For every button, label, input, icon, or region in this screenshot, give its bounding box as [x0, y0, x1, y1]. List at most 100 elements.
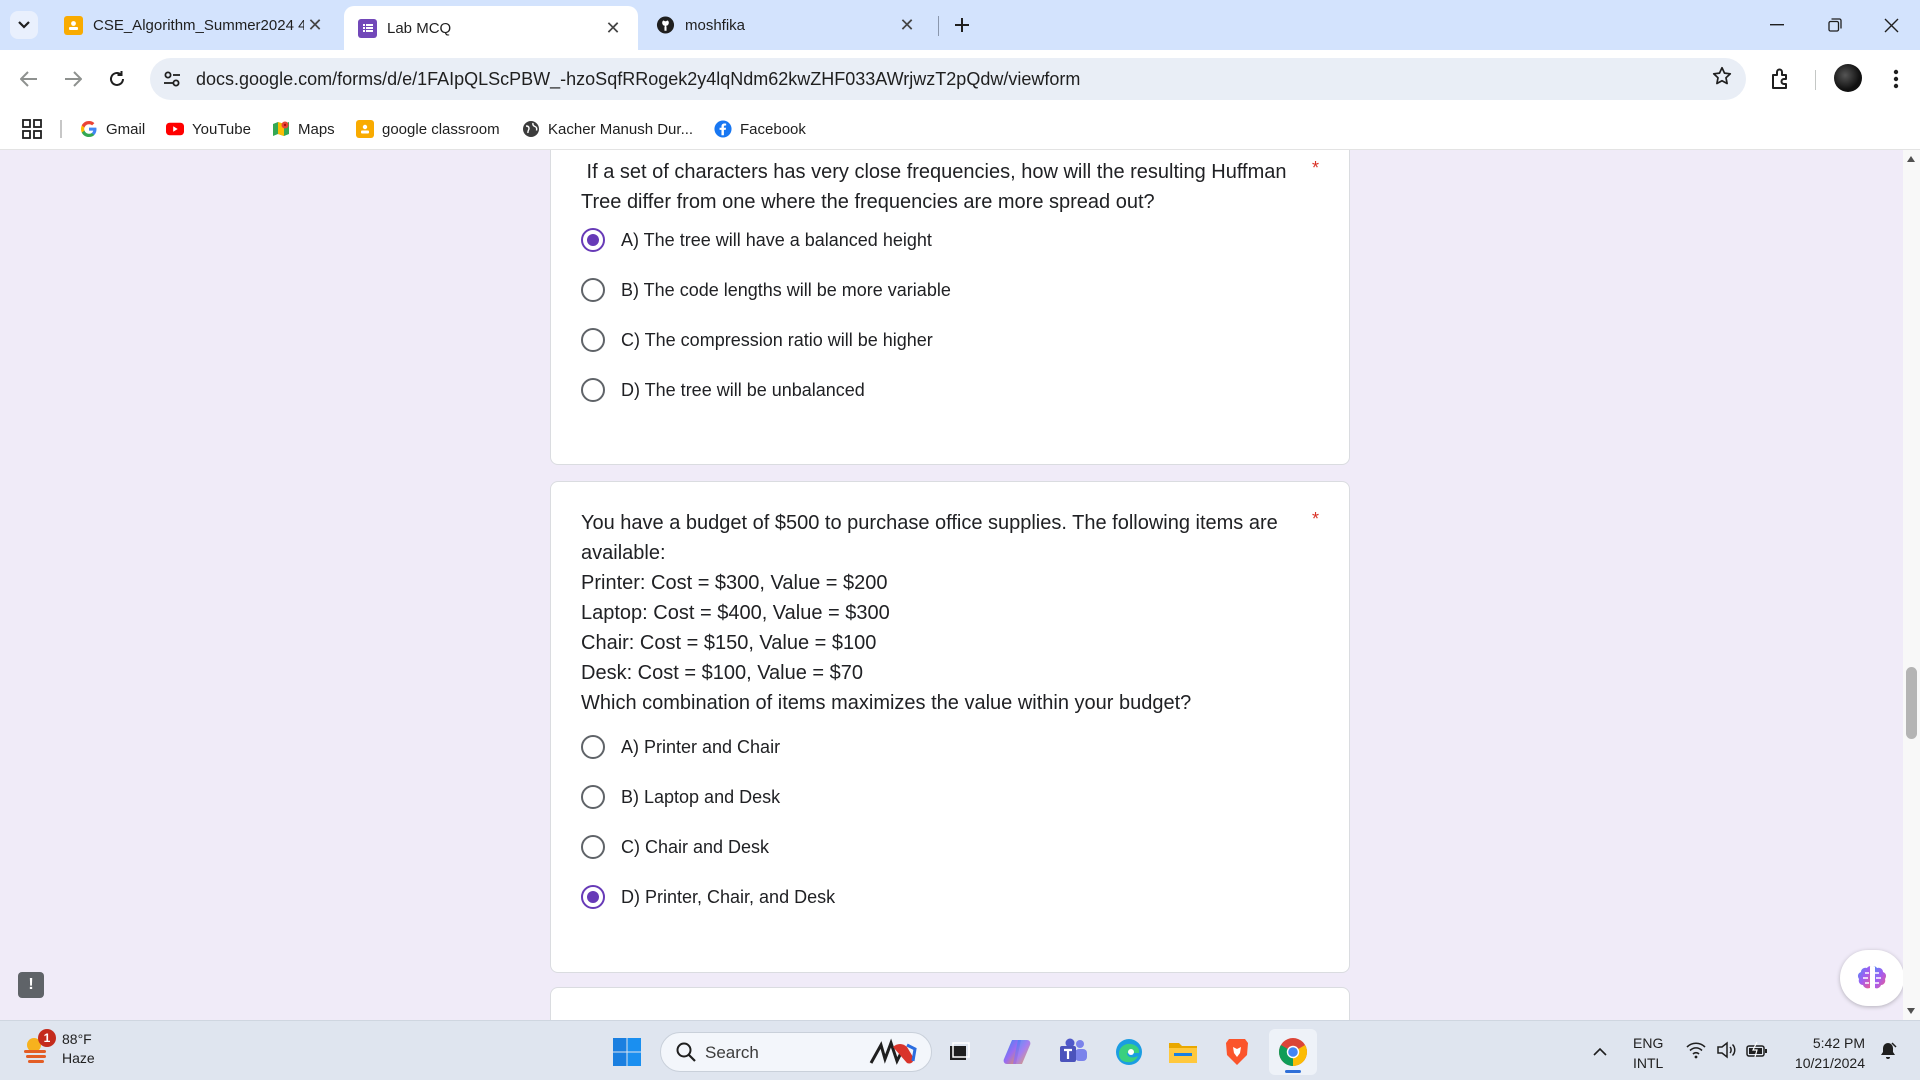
input-language-indicator[interactable]: ENG INTL [1633, 1033, 1663, 1073]
option-d[interactable]: D) Printer, Chair, and Desk [581, 882, 835, 912]
bookmark-youtube[interactable]: YouTube [166, 117, 251, 141]
question-card: If a set of characters has very close fr… [550, 150, 1350, 465]
option-c[interactable]: C) The compression ratio will be higher [581, 325, 933, 355]
globe-icon [522, 120, 540, 138]
scrollbar-thumb[interactable] [1906, 667, 1917, 739]
option-label: C) Chair and Desk [621, 836, 770, 857]
question-line: Laptop: Cost = $400, Value = $300 [581, 602, 890, 624]
minimize-button[interactable] [1748, 0, 1806, 50]
option-d[interactable]: D) The tree will be unbalanced [581, 375, 865, 405]
page-scrollbar[interactable] [1903, 150, 1920, 1020]
scroll-up-arrow-icon[interactable] [1907, 156, 1915, 162]
bookmark-gmail[interactable]: Gmail [80, 117, 145, 141]
arrow-right-icon [65, 71, 82, 87]
chevron-up-icon [1593, 1047, 1607, 1056]
search-icon [676, 1042, 696, 1062]
bookmark-label: Maps [298, 120, 335, 138]
option-a[interactable]: A) The tree will have a balanced height [581, 225, 932, 255]
report-feedback-button[interactable]: ! [18, 972, 44, 998]
tab-lab-mcq[interactable]: Lab MCQ ✕ [344, 6, 638, 50]
radio-button[interactable] [581, 378, 605, 402]
close-tab-icon[interactable]: ✕ [602, 17, 624, 39]
taskbar-copilot[interactable] [1000, 1035, 1034, 1069]
option-c[interactable]: C) Chair and Desk [581, 832, 769, 862]
bookmark-maps[interactable]: Maps [272, 117, 335, 141]
bookmark-star-icon[interactable] [1712, 66, 1732, 92]
tab-classroom[interactable]: CSE_Algorithm_Summer2024 4E ✕ [50, 7, 340, 43]
option-a[interactable]: A) Printer and Chair [581, 732, 780, 762]
weather-widget[interactable]: 1 88°F Haze [20, 1029, 95, 1068]
bookmark-kacher-manush[interactable]: Kacher Manush Dur... [522, 117, 693, 141]
taskbar-teams[interactable] [1056, 1035, 1090, 1069]
question-line: Printer: Cost = $300, Value = $200 [581, 572, 888, 594]
taskbar-chrome[interactable] [1269, 1029, 1317, 1075]
google-forms-icon [358, 18, 377, 38]
question-line: You have a budget of $500 to purchase of… [581, 512, 1278, 534]
bookmark-facebook[interactable]: Facebook [714, 117, 806, 141]
option-label: A) Printer and Chair [621, 736, 781, 757]
close-tab-icon[interactable]: ✕ [304, 14, 326, 36]
bookmarks-divider [60, 120, 62, 138]
restore-button[interactable] [1806, 0, 1864, 50]
weather-desc: Haze [62, 1050, 95, 1066]
taskbar-search-box[interactable]: Search [660, 1032, 932, 1072]
ai-assistant-button[interactable] [1840, 950, 1904, 1006]
radio-button[interactable] [581, 785, 605, 809]
back-button[interactable] [14, 64, 44, 94]
form-page: If a set of characters has very close fr… [0, 150, 1920, 1020]
volume-icon [1717, 1041, 1736, 1059]
question-line: If a set of characters has very close fr… [581, 161, 1287, 183]
option-b[interactable]: B) The code lengths will be more variabl… [581, 275, 951, 305]
radio-button[interactable] [581, 278, 605, 302]
apps-grid-icon[interactable] [22, 119, 42, 139]
radio-button[interactable] [581, 328, 605, 352]
tab-search-button[interactable] [10, 11, 38, 39]
windows-start-icon[interactable] [613, 1038, 641, 1066]
radio-button[interactable] [581, 735, 605, 759]
radio-button[interactable] [581, 885, 605, 909]
taskbar-task-view[interactable] [942, 1035, 976, 1069]
notification-badge: 1 [38, 1029, 56, 1047]
option-label: B) Laptop and Desk [621, 786, 781, 807]
browser-toolbar: docs.google.com/forms/d/e/1FAIpQLScPBW_-… [0, 50, 1920, 108]
tab-divider [938, 16, 939, 36]
bookmark-label: YouTube [192, 120, 251, 138]
option-b[interactable]: B) Laptop and Desk [581, 782, 780, 812]
show-hidden-icons-button[interactable] [1593, 1043, 1607, 1061]
bookmark-label: google classroom [382, 120, 500, 138]
windows-taskbar: 1 88°F Haze Search ENG INTL 5:42 PM 10/2… [0, 1020, 1920, 1080]
arrow-left-icon [20, 71, 37, 87]
taskbar-clock[interactable]: 5:42 PM 10/21/2024 [1787, 1033, 1865, 1073]
reload-button[interactable] [102, 64, 132, 94]
forward-button[interactable] [58, 64, 88, 94]
extensions-icon[interactable] [1768, 66, 1794, 92]
address-bar[interactable]: docs.google.com/forms/d/e/1FAIpQLScPBW_-… [150, 58, 1746, 100]
bookmarks-bar: Gmail YouTube Maps google classroom Kach… [0, 108, 1920, 150]
close-tab-icon[interactable]: ✕ [896, 14, 918, 36]
browser-menu-button[interactable] [1882, 64, 1910, 94]
tab-github[interactable]: moshfika ✕ [642, 7, 932, 43]
notification-bell-icon[interactable] [1878, 1041, 1898, 1061]
option-label: D) Printer, Chair, and Desk [621, 886, 836, 907]
question-line: Chair: Cost = $150, Value = $100 [581, 632, 877, 654]
restore-icon [1828, 18, 1842, 32]
radio-button[interactable] [581, 228, 605, 252]
google-classroom-icon [356, 120, 374, 138]
more-vertical-icon [1893, 69, 1899, 89]
bookmark-google-classroom[interactable]: google classroom [356, 117, 500, 141]
taskbar-file-explorer[interactable] [1166, 1035, 1200, 1069]
system-tray-icons[interactable] [1686, 1041, 1768, 1059]
tab-title: moshfika [685, 16, 746, 34]
radio-button[interactable] [581, 835, 605, 859]
taskbar-edge[interactable] [1112, 1035, 1146, 1069]
taskbar-brave[interactable] [1220, 1035, 1254, 1069]
scroll-down-arrow-icon[interactable] [1907, 1008, 1915, 1014]
reload-icon [110, 71, 124, 86]
new-tab-button[interactable] [948, 11, 976, 39]
close-window-button[interactable] [1862, 0, 1920, 50]
url-text[interactable]: docs.google.com/forms/d/e/1FAIpQLScPBW_-… [196, 69, 1080, 90]
profile-avatar[interactable] [1834, 64, 1862, 92]
option-label: A) The tree will have a balanced height [621, 229, 932, 250]
site-settings-icon[interactable] [160, 67, 184, 91]
bookmark-label: Facebook [740, 120, 806, 138]
